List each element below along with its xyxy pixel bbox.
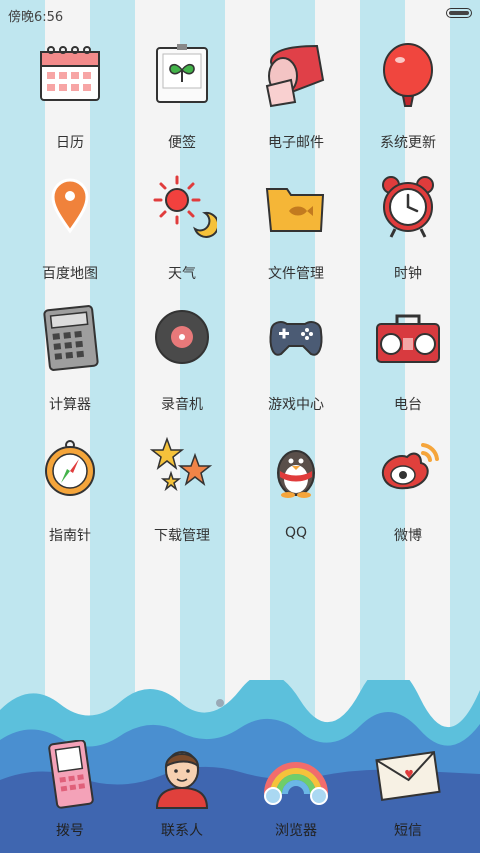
calendar-icon	[40, 46, 100, 101]
compass-icon	[45, 440, 95, 496]
app-recorder[interactable]: 录音机	[127, 302, 237, 422]
app-label: 时钟	[394, 266, 422, 282]
app-download-manager[interactable]: 下载管理	[127, 433, 237, 553]
app-radio[interactable]: 电台	[353, 302, 463, 422]
notes-icon	[156, 44, 208, 103]
calculator-icon	[43, 305, 99, 371]
record-icon	[155, 310, 209, 364]
app-label: 日历	[56, 135, 84, 151]
app-system-update[interactable]: 系统更新	[353, 40, 463, 160]
app-compass[interactable]: 指南针	[15, 433, 125, 553]
phone-icon	[48, 740, 94, 809]
app-label: 便签	[168, 135, 196, 151]
app-email[interactable]: 电子邮件	[241, 40, 351, 160]
mailbox-icon	[265, 44, 325, 108]
app-notes[interactable]: 便签	[127, 40, 237, 160]
app-weibo[interactable]: 微博	[353, 433, 463, 553]
gamepad-icon	[269, 321, 323, 356]
app-label: 文件管理	[268, 266, 324, 282]
stars-icon	[149, 436, 213, 492]
app-label: 指南针	[49, 528, 91, 544]
app-clock[interactable]: 时钟	[353, 171, 463, 291]
alarm-clock-icon	[382, 176, 434, 238]
app-game-center[interactable]: 游戏中心	[241, 302, 351, 422]
app-label: 下载管理	[154, 528, 210, 544]
app-label: 百度地图	[42, 266, 98, 282]
app-calendar[interactable]: 日历	[15, 40, 125, 160]
weather-icon	[153, 175, 217, 238]
app-label: 天气	[168, 266, 196, 282]
app-baidu-map[interactable]: 百度地图	[15, 171, 125, 291]
dock-label: 短信	[394, 823, 422, 839]
dock-label: 拨号	[56, 823, 84, 839]
app-label: 电子邮件	[268, 135, 324, 151]
balloon-icon	[383, 43, 433, 107]
radio-icon	[376, 314, 440, 363]
app-label: 计算器	[49, 397, 91, 413]
contact-icon	[155, 751, 209, 809]
app-qq[interactable]: QQ	[241, 433, 351, 553]
app-label: 电台	[394, 397, 422, 413]
folder-icon	[265, 188, 325, 232]
app-label: 系统更新	[380, 135, 436, 151]
dock-label: 浏览器	[275, 823, 317, 839]
dock-label: 联系人	[161, 823, 203, 839]
status-time: 傍晚6:56	[8, 10, 64, 25]
app-calculator[interactable]: 计算器	[15, 302, 125, 422]
app-label: 微博	[394, 528, 422, 544]
rainbow-icon	[264, 762, 328, 805]
app-label: 录音机	[161, 397, 203, 413]
app-label: 游戏中心	[268, 397, 324, 413]
weibo-icon	[381, 443, 439, 490]
penguin-icon	[277, 450, 315, 498]
status-bar: 傍晚6:56	[0, 0, 480, 28]
app-file-manager[interactable]: 文件管理	[241, 171, 351, 291]
map-pin-icon	[51, 178, 89, 234]
envelope-icon	[375, 751, 441, 801]
app-weather[interactable]: 天气	[127, 171, 237, 291]
app-label: QQ	[284, 525, 308, 541]
battery-icon	[446, 8, 472, 18]
